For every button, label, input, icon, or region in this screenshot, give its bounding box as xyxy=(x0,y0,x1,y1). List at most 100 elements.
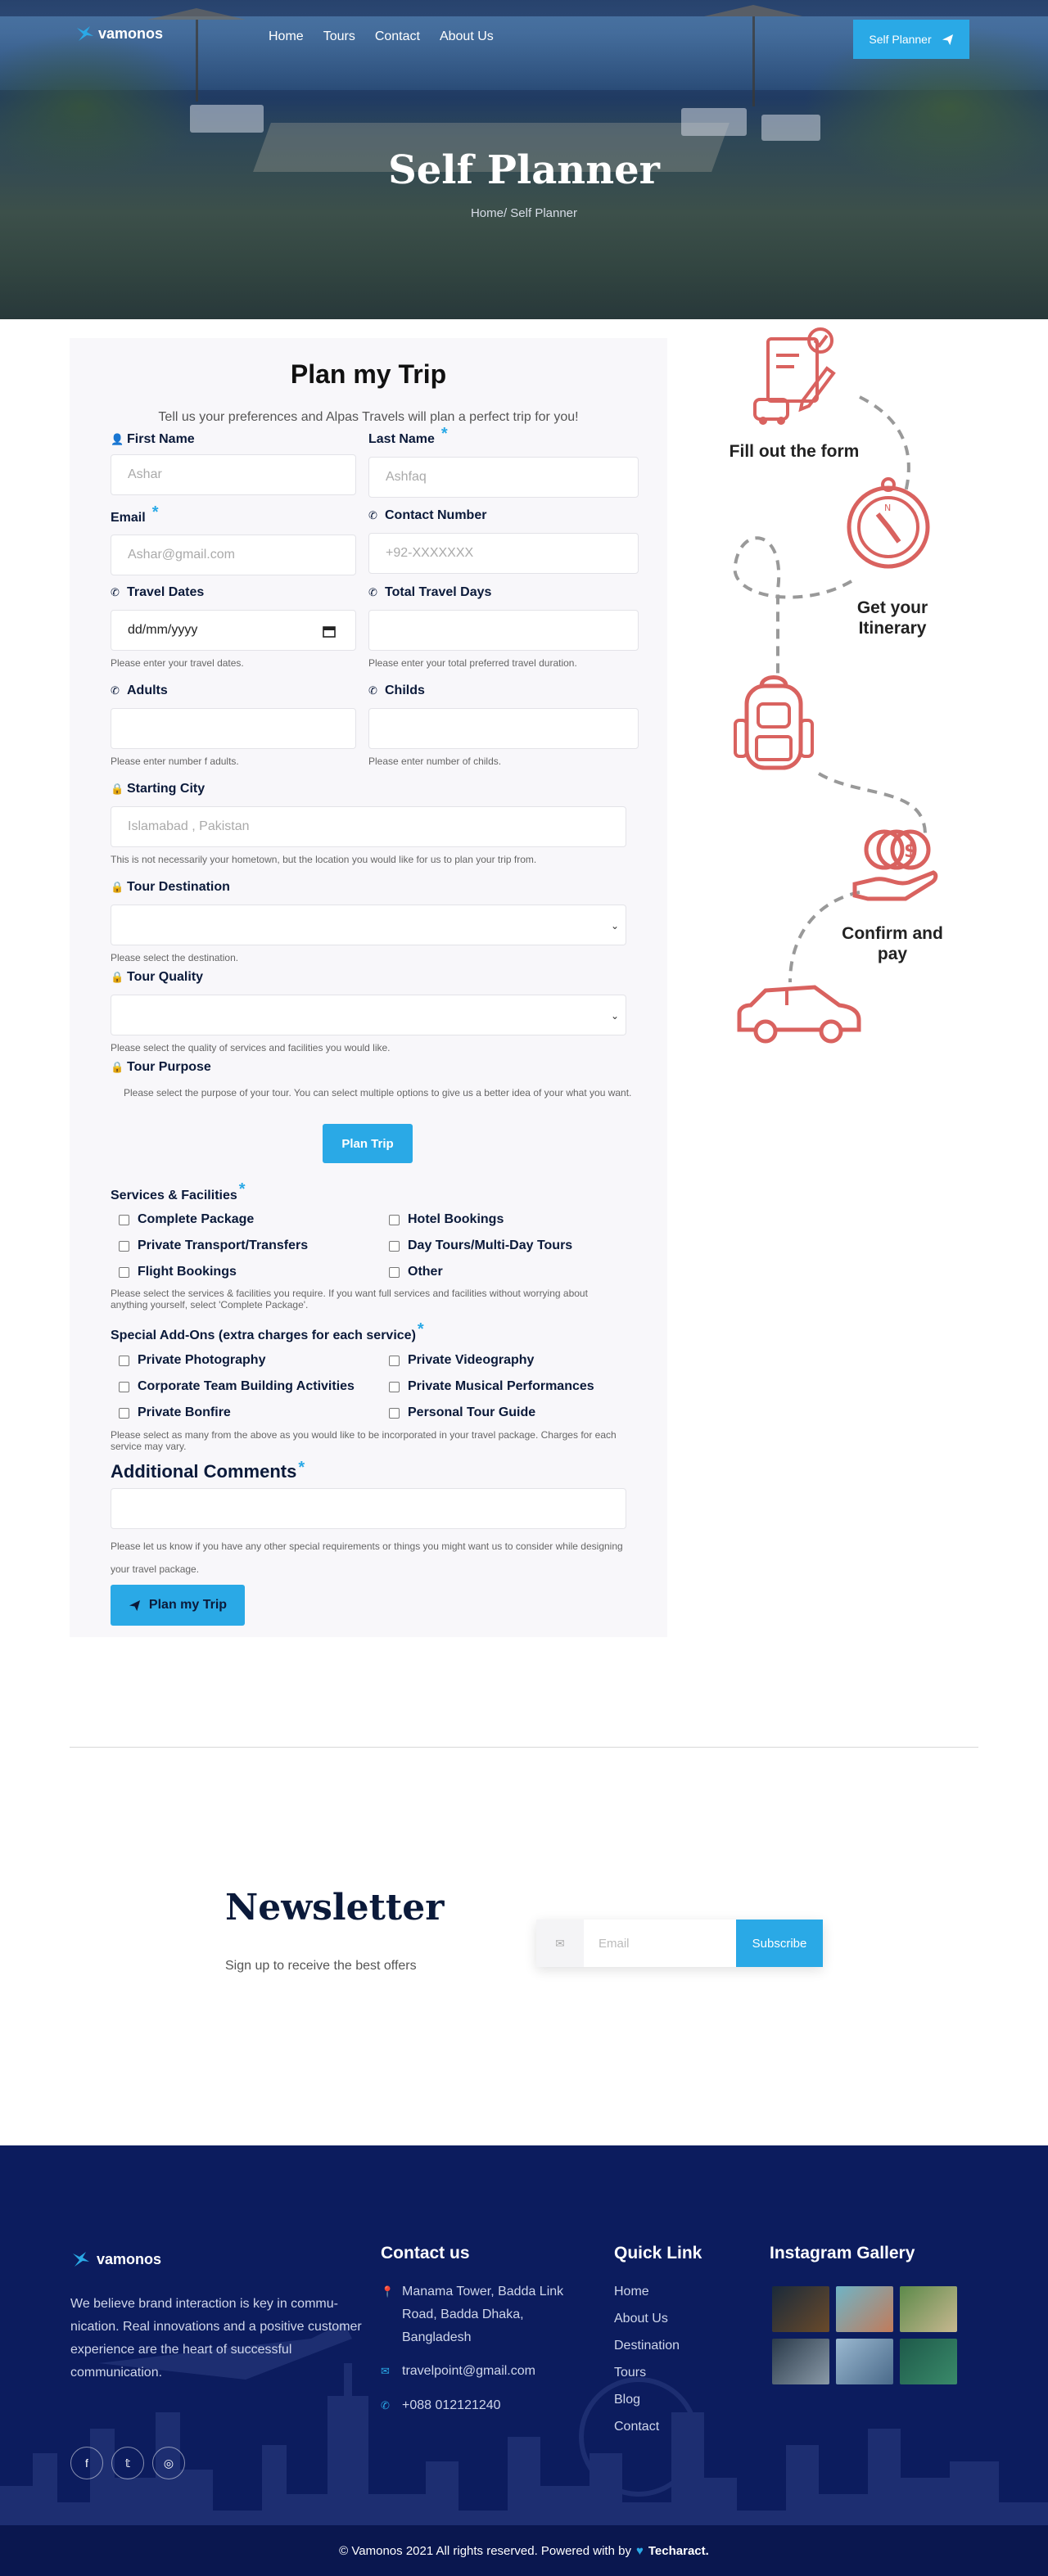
footer-email[interactable]: ✉ travelpoint@gmail.com xyxy=(381,2360,535,2383)
checkbox[interactable] xyxy=(389,1381,400,1392)
gallery-image[interactable] xyxy=(836,2286,893,2332)
adults-label-text: Adults xyxy=(127,683,168,697)
step-confirm-pay: Confirm and pay xyxy=(842,924,943,963)
quality-select[interactable]: ⌄ xyxy=(111,995,626,1035)
destination-select[interactable]: ⌄ xyxy=(111,905,626,945)
page-title: Self Planner xyxy=(388,147,660,193)
addon-private-videography[interactable]: Private Videography xyxy=(389,1353,534,1368)
service-day-tours[interactable]: Day Tours/Multi-Day Tours xyxy=(389,1238,572,1253)
footer-logo[interactable]: vamonos xyxy=(70,2250,161,2268)
service-hotel-bookings[interactable]: Hotel Bookings xyxy=(389,1212,504,1227)
service-complete-package[interactable]: Complete Package xyxy=(119,1212,254,1227)
compass-icon: N xyxy=(847,477,930,569)
gallery-image[interactable] xyxy=(900,2339,957,2384)
contact-number-input[interactable]: +92-XXXXXXX xyxy=(368,533,639,574)
checkbox[interactable] xyxy=(389,1407,400,1419)
checkbox[interactable] xyxy=(119,1355,129,1366)
service-flight-bookings[interactable]: Flight Bookings xyxy=(119,1265,237,1279)
checkbox[interactable] xyxy=(389,1266,400,1278)
footer-link-destination[interactable]: Destination xyxy=(614,2339,680,2366)
form-clipboard-icon xyxy=(753,327,836,425)
phone-icon: ✆ xyxy=(368,586,377,598)
footer-address-text: Manama Tower, Badda Link Road, Badda Dha… xyxy=(402,2285,564,2344)
checkbox[interactable] xyxy=(119,1240,129,1252)
footer-link-blog[interactable]: Blog xyxy=(614,2393,680,2420)
section-divider xyxy=(70,1747,978,1748)
total-days-input[interactable] xyxy=(368,610,639,651)
checkbox-label: Private Videography xyxy=(408,1353,535,1367)
adults-input[interactable] xyxy=(111,708,356,749)
addon-private-photography[interactable]: Private Photography xyxy=(119,1353,265,1368)
site-footer: vamonos We believe brand interaction is … xyxy=(0,2145,1048,2576)
service-private-transport[interactable]: Private Transport/Transfers xyxy=(119,1238,308,1253)
plan-my-trip-submit[interactable]: Plan my Trip xyxy=(111,1585,245,1626)
last-name-input[interactable]: Ashfaq xyxy=(368,457,639,498)
submit-label: Plan my Trip xyxy=(148,1598,228,1612)
instagram-icon[interactable]: ◎ xyxy=(152,2447,185,2479)
checkbox[interactable] xyxy=(389,1240,400,1252)
powered-by-link[interactable]: Techaract. xyxy=(648,2544,709,2558)
copyright-text: © Vamonos 2021 All rights reserved. Powe… xyxy=(339,2543,631,2558)
brand-logo[interactable]: vamonos xyxy=(75,25,163,43)
steps-illustration: Fill out the form N Get your Itinerary $ xyxy=(696,327,974,1048)
gallery-image[interactable] xyxy=(900,2286,957,2332)
email-label: Email * xyxy=(111,503,158,527)
nav-tours[interactable]: Tours xyxy=(323,29,355,44)
nav-about-us[interactable]: About Us xyxy=(440,29,494,44)
nav-home[interactable]: Home xyxy=(269,29,304,44)
footer-link-home[interactable]: Home xyxy=(614,2285,680,2312)
self-planner-button[interactable]: Self Planner xyxy=(853,20,969,59)
starting-city-help: This is not necessarily your hometown, b… xyxy=(111,854,537,865)
travel-dates-input[interactable]: dd/mm/yyyy xyxy=(111,610,356,651)
adults-label: ✆ Adults xyxy=(111,683,168,698)
total-days-label: ✆ Total Travel Days xyxy=(368,585,491,600)
social-links: f 𝕥 ◎ xyxy=(70,2447,185,2479)
checkbox[interactable] xyxy=(389,1214,400,1225)
addon-team-building[interactable]: Corporate Team Building Activities xyxy=(119,1379,355,1394)
plan-trip-form: Plan my Trip Tell us your preferences an… xyxy=(70,338,667,1637)
quality-label: 🔒 Tour Quality xyxy=(111,970,203,985)
checkbox[interactable] xyxy=(119,1214,129,1225)
childs-help: Please enter number of childs. xyxy=(368,756,502,767)
twitter-icon[interactable]: 𝕥 xyxy=(111,2447,144,2479)
starting-city-input[interactable]: Islamabad , Pakistan xyxy=(111,806,626,847)
checkbox-label: Private Transport/Transfers xyxy=(138,1238,309,1252)
footer-link-contact[interactable]: Contact xyxy=(614,2420,680,2447)
childs-input[interactable] xyxy=(368,708,639,749)
footer-phone[interactable]: ✆ +088 012121240 xyxy=(381,2394,501,2417)
checkbox[interactable] xyxy=(119,1266,129,1278)
addon-musical-performances[interactable]: Private Musical Performances xyxy=(389,1379,594,1394)
copyright-bar: © Vamonos 2021 All rights reserved. Powe… xyxy=(0,2525,1048,2576)
childs-label-text: Childs xyxy=(385,683,425,697)
gallery-image[interactable] xyxy=(836,2339,893,2384)
addon-private-bonfire[interactable]: Private Bonfire xyxy=(119,1405,231,1420)
newsletter-form: ✉ Email Subscribe xyxy=(536,1920,823,1967)
plan-trip-button[interactable]: Plan Trip xyxy=(323,1124,413,1163)
addon-tour-guide[interactable]: Personal Tour Guide xyxy=(389,1405,535,1420)
calendar-icon[interactable] xyxy=(323,625,336,638)
gallery-image[interactable] xyxy=(772,2286,829,2332)
lock-icon: 🔒 xyxy=(111,783,124,795)
nav-contact[interactable]: Contact xyxy=(375,29,420,44)
comments-textarea[interactable] xyxy=(111,1488,626,1529)
checkbox-label: Personal Tour Guide xyxy=(408,1405,536,1419)
first-name-input[interactable]: Ashar xyxy=(111,454,356,495)
last-name-label: Last Name * xyxy=(368,425,448,449)
newsletter-section: Newsletter Sign up to receive the best o… xyxy=(0,1739,1048,2145)
service-other[interactable]: Other xyxy=(389,1265,443,1279)
facebook-icon[interactable]: f xyxy=(70,2447,103,2479)
footer-link-about[interactable]: About Us xyxy=(614,2312,680,2339)
checkbox[interactable] xyxy=(389,1355,400,1366)
email-input[interactable]: Ashar@gmail.com xyxy=(111,535,356,575)
newsletter-email-input[interactable]: Email xyxy=(584,1920,736,1967)
newsletter-title: Newsletter xyxy=(225,1887,445,1929)
subscribe-button[interactable]: Subscribe xyxy=(736,1920,823,1967)
first-name-label-text: First Name xyxy=(127,432,195,446)
checkbox[interactable] xyxy=(119,1381,129,1392)
purpose-label-text: Tour Purpose xyxy=(127,1060,211,1074)
checkbox[interactable] xyxy=(119,1407,129,1419)
starting-city-label: 🔒 Starting City xyxy=(111,782,205,796)
contact-title: Contact us xyxy=(381,2244,470,2262)
gallery-image[interactable] xyxy=(772,2339,829,2384)
footer-link-tours[interactable]: Tours xyxy=(614,2366,680,2393)
